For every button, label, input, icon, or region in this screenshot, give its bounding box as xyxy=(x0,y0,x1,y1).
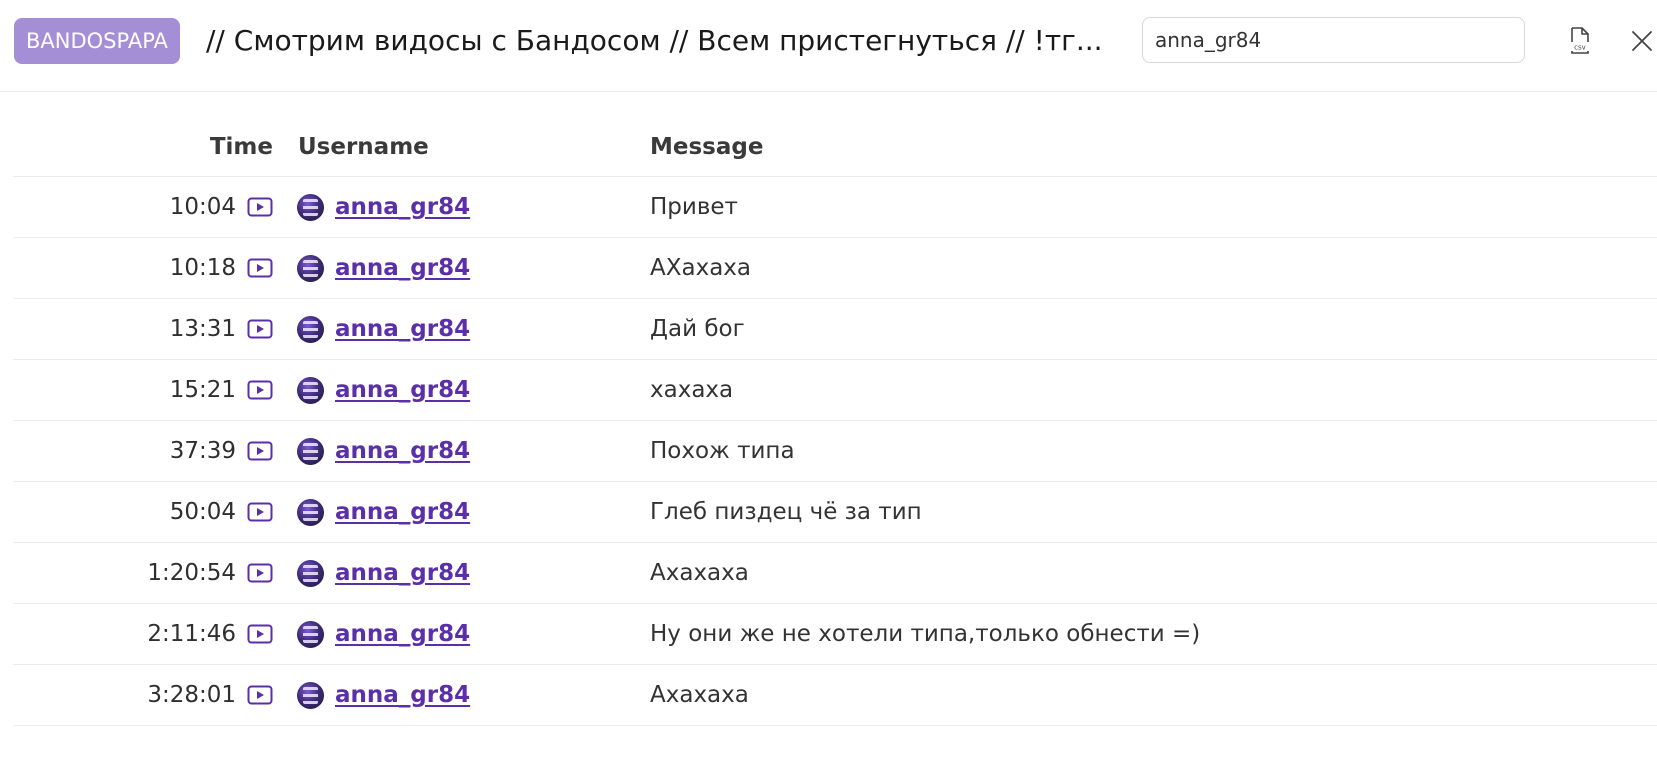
message-time: 15:21 xyxy=(169,377,236,403)
table-row: 37:39 anna_gr84 Похож типа xyxy=(13,421,1657,482)
user-avatar xyxy=(297,177,324,237)
play-icon xyxy=(247,197,273,217)
avatar-image xyxy=(297,437,324,465)
avatar-image xyxy=(297,620,324,648)
jump-to-time-button[interactable] xyxy=(247,421,273,481)
message-time: 1:20:54 xyxy=(147,560,236,586)
username-link[interactable]: anna_gr84 xyxy=(335,560,470,586)
jump-to-time-button[interactable] xyxy=(247,238,273,298)
user-avatar xyxy=(297,665,324,725)
csv-file-icon: csv xyxy=(1571,27,1589,54)
user-avatar xyxy=(297,482,324,542)
jump-to-time-button[interactable] xyxy=(247,482,273,542)
username-link[interactable]: anna_gr84 xyxy=(335,194,470,220)
avatar-image xyxy=(297,254,324,282)
csv-export-button[interactable]: csv xyxy=(1564,25,1596,57)
username-cell: anna_gr84 xyxy=(335,482,470,542)
message-time: 10:18 xyxy=(169,255,236,281)
username-link[interactable]: anna_gr84 xyxy=(335,438,470,464)
chat-messages-table: Time Username Message 10:04 anna_gr84 Пр… xyxy=(13,117,1657,726)
username-cell: anna_gr84 xyxy=(335,543,470,603)
message-time: 10:04 xyxy=(169,194,236,220)
username-cell: anna_gr84 xyxy=(335,299,470,359)
avatar-image xyxy=(297,681,324,709)
message-text: Дай бог xyxy=(650,316,745,342)
avatar-image xyxy=(297,559,324,587)
play-icon xyxy=(247,441,273,461)
username-link[interactable]: anna_gr84 xyxy=(335,316,470,342)
username-cell: anna_gr84 xyxy=(335,421,470,481)
user-avatar xyxy=(297,543,324,603)
message-text: хахаха xyxy=(650,377,734,403)
table-row: 3:28:01 anna_gr84 Ахахаха xyxy=(13,665,1657,726)
user-avatar xyxy=(297,421,324,481)
channel-badge[interactable]: BANDOSPAPA xyxy=(14,18,180,64)
table-row: 15:21 anna_gr84 хахаха xyxy=(13,360,1657,421)
message-time: 3:28:01 xyxy=(147,682,236,708)
user-avatar xyxy=(297,299,324,359)
message-time: 2:11:46 xyxy=(147,621,236,647)
username-link[interactable]: anna_gr84 xyxy=(335,377,470,403)
stream-title: // Смотрим видосы с Бандосом // Всем при… xyxy=(206,24,1103,57)
message-time: 37:39 xyxy=(169,438,236,464)
table-row: 1:20:54 anna_gr84 Ахахаха xyxy=(13,543,1657,604)
username-link[interactable]: anna_gr84 xyxy=(335,499,470,525)
message-text: Ахахаха xyxy=(650,682,749,708)
table-row: 13:31 anna_gr84 Дай бог xyxy=(13,299,1657,360)
table-row: 2:11:46 anna_gr84 Ну они же не хотели ти… xyxy=(13,604,1657,665)
close-button[interactable] xyxy=(1626,25,1657,57)
avatar-image xyxy=(297,315,324,343)
play-icon xyxy=(247,685,273,705)
play-icon xyxy=(247,502,273,522)
avatar-image xyxy=(297,498,324,526)
username-cell: anna_gr84 xyxy=(335,665,470,725)
user-avatar xyxy=(297,238,324,298)
table-row: 10:18 anna_gr84 АХахаха xyxy=(13,238,1657,299)
jump-to-time-button[interactable] xyxy=(247,360,273,420)
message-text: АХахаха xyxy=(650,255,751,281)
jump-to-time-button[interactable] xyxy=(247,177,273,237)
play-icon xyxy=(247,380,273,400)
table-header-row: Time Username Message xyxy=(13,117,1657,177)
table-row: 50:04 anna_gr84 Глеб пиздец чё за тип xyxy=(13,482,1657,543)
username-cell: anna_gr84 xyxy=(335,177,470,237)
message-text: Ахахаха xyxy=(650,560,749,586)
avatar-image xyxy=(297,376,324,404)
message-text: Привет xyxy=(650,194,738,220)
username-link[interactable]: anna_gr84 xyxy=(335,682,470,708)
username-link[interactable]: anna_gr84 xyxy=(335,255,470,281)
message-text: Похож типа xyxy=(650,438,795,464)
column-header-username[interactable]: Username xyxy=(298,117,429,176)
column-header-message[interactable]: Message xyxy=(650,117,763,176)
table-body: 10:04 anna_gr84 Привет 10:18 anna_gr84 А… xyxy=(13,177,1657,726)
table-row: 10:04 anna_gr84 Привет xyxy=(13,177,1657,238)
play-icon xyxy=(247,563,273,583)
message-time: 13:31 xyxy=(169,316,236,342)
avatar-image xyxy=(297,193,324,221)
header-bar: BANDOSPAPA // Смотрим видосы с Бандосом … xyxy=(0,0,1657,92)
username-cell: anna_gr84 xyxy=(335,604,470,664)
jump-to-time-button[interactable] xyxy=(247,543,273,603)
play-icon xyxy=(247,319,273,339)
column-header-time[interactable]: Time xyxy=(210,117,273,176)
user-avatar xyxy=(297,604,324,664)
message-text: Глеб пиздец чё за тип xyxy=(650,499,922,525)
search-input[interactable] xyxy=(1142,17,1525,63)
username-link[interactable]: anna_gr84 xyxy=(335,621,470,647)
play-icon xyxy=(247,624,273,644)
close-icon xyxy=(1632,31,1652,51)
user-avatar xyxy=(297,360,324,420)
jump-to-time-button[interactable] xyxy=(247,299,273,359)
message-time: 50:04 xyxy=(169,499,236,525)
username-cell: anna_gr84 xyxy=(335,360,470,420)
play-icon xyxy=(247,258,273,278)
svg-text:csv: csv xyxy=(1574,44,1586,52)
message-text: Ну они же не хотели типа,только обнести … xyxy=(650,621,1201,647)
jump-to-time-button[interactable] xyxy=(247,665,273,725)
username-cell: anna_gr84 xyxy=(335,238,470,298)
jump-to-time-button[interactable] xyxy=(247,604,273,664)
